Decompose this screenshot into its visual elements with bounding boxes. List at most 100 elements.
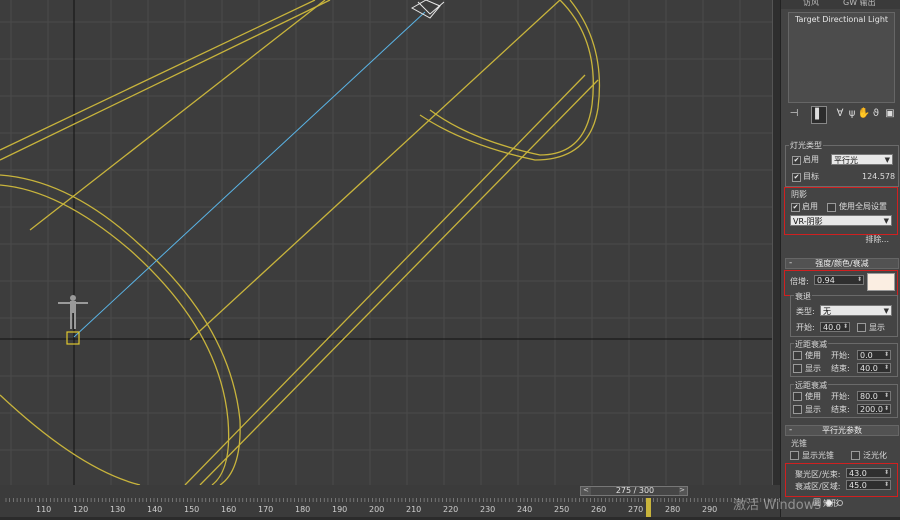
command-panel: 访风 GW 输出 Target Directional Light ⊣ ▌ ∀ … — [780, 0, 900, 517]
spinner-arrows-icon: ⬍ — [883, 405, 889, 412]
shadow-on-label: 启用 — [802, 202, 818, 211]
prev-frame-icon[interactable]: < — [583, 486, 589, 494]
ruler-label: 170 — [258, 505, 274, 514]
light-color-swatch[interactable] — [867, 273, 895, 291]
light-type-title: 灯光类型 — [789, 140, 823, 151]
overshoot-label: 泛光化 — [863, 451, 887, 460]
overshoot-checkbox[interactable] — [851, 451, 860, 460]
ruler-label: 230 — [480, 505, 496, 514]
shadows-title: 阴影 — [791, 190, 807, 199]
near-use-label: 使用 — [805, 351, 821, 360]
far-start-label: 开始: — [831, 392, 850, 401]
viewport-grid — [0, 0, 780, 485]
ruler-label: 270 — [628, 505, 644, 514]
far-start-spinner[interactable]: 80.0 ⬍ — [857, 391, 891, 401]
spinner-arrows-icon: ⬍ — [883, 469, 889, 476]
near-show-checkbox[interactable] — [793, 364, 802, 373]
spinner-arrows-icon: ⬍ — [856, 276, 862, 283]
shadow-type-value: VR-阴影 — [793, 217, 823, 226]
far-end-value: 200.0 — [860, 405, 883, 414]
ruler-label: 280 — [665, 505, 681, 514]
near-end-value: 40.0 — [860, 364, 878, 373]
decay-start-spinner[interactable]: 40.0 ⬍ — [820, 322, 850, 332]
frame-ruler[interactable]: 110 120 130 140 150 160 170 180 190 200 210 220 230 2… — [0, 498, 780, 517]
near-atten-title: 近距衰减 — [794, 339, 828, 350]
spinner-arrows-icon: ⬍ — [883, 351, 889, 358]
frame-display[interactable]: 275 / 300 — [591, 487, 679, 495]
chevron-down-icon: ▼ — [883, 217, 889, 225]
decay-start-value: 40.0 — [823, 323, 841, 332]
pin-stack-icon[interactable]: ⊣ — [787, 106, 801, 122]
ruler-label: 140 — [147, 505, 163, 514]
exclude-button[interactable]: 排除... — [851, 234, 889, 245]
use-global-checkbox[interactable] — [827, 203, 836, 212]
light-on-checkbox[interactable]: ✔ — [792, 156, 801, 165]
ruler-label: 110 — [36, 505, 52, 514]
light-type-dropdown[interactable]: 平行光 ▼ — [831, 154, 893, 165]
far-show-checkbox[interactable] — [793, 405, 802, 414]
tab-1[interactable]: 访风 — [803, 0, 819, 8]
hotspot-value: 43.0 — [849, 469, 867, 478]
far-use-checkbox[interactable] — [793, 392, 802, 401]
viewport-border — [772, 0, 780, 485]
chevron-down-icon: ▼ — [884, 156, 890, 164]
light-type-group: 灯光类型 ✔ 启用 平行光 ▼ ✔ 目标 124.578 — [785, 140, 899, 187]
directional-rollout-header[interactable]: - 平行光参数 — [785, 425, 899, 436]
timeline[interactable]: < 275 / 300 > 110 120 130 140 150 160 170 180 19… — [0, 485, 780, 517]
show-cone-label: 显示光锥 — [802, 451, 834, 460]
chevron-down-icon: ▼ — [883, 307, 889, 315]
far-end-label: 结束: — [831, 405, 850, 414]
shadow-type-dropdown[interactable]: VR-阴影 ▼ — [790, 215, 892, 226]
use-global-label: 使用全局设置 — [839, 202, 887, 211]
spinner-arrows-icon: ⬍ — [883, 364, 889, 371]
time-slider[interactable]: < 275 / 300 > — [580, 486, 688, 496]
near-end-spinner[interactable]: 40.0 ⬍ — [857, 363, 891, 373]
decay-group: 衰退 类型: 无 ▼ 开始: 40.0 ⬍ 显示 — [790, 291, 898, 337]
ruler-label: 200 — [369, 505, 385, 514]
decay-show-checkbox[interactable] — [857, 323, 866, 332]
ruler-label: 180 — [295, 505, 311, 514]
ruler-label: 290 — [702, 505, 718, 514]
hotspot-label: 聚光区/光束: — [795, 470, 841, 479]
current-frame-marker[interactable] — [646, 498, 651, 517]
far-atten-group: 远距衰减 使用 开始: 80.0 ⬍ 显示 结束: 200.0 ⬍ — [790, 380, 898, 418]
near-use-checkbox[interactable] — [793, 351, 802, 360]
directional-light-icon — [410, 0, 445, 19]
modifier-stack-toolbar: ⊣ ▌ ∀ ψ ✋ ϑ ▣ — [787, 106, 897, 124]
show-end-result-icon[interactable]: ▌ — [811, 106, 827, 124]
perspective-viewport[interactable] — [0, 0, 780, 485]
light-type-value: 平行光 — [834, 156, 858, 165]
ruler-label: 240 — [517, 505, 533, 514]
character-figure — [58, 295, 88, 329]
near-start-spinner[interactable]: 0.0 ⬍ — [857, 350, 891, 360]
spinner-arrows-icon: ⬍ — [883, 481, 889, 488]
object-name[interactable]: Target Directional Light — [789, 15, 894, 24]
intensity-rollout-title: 强度/颜色/衰减 — [815, 259, 869, 268]
decay-type-value: 无 — [823, 307, 831, 316]
hotspot-spinner[interactable]: 43.0 ⬍ — [846, 468, 891, 478]
target-line — [73, 11, 426, 338]
multiplier-spinner[interactable]: 0.94 ⬍ — [814, 275, 864, 285]
activation-watermark: 激活 Windows — [733, 498, 822, 513]
viewport-canvas[interactable] — [0, 0, 780, 485]
target-checkbox[interactable]: ✔ — [792, 173, 801, 182]
tab-2[interactable]: GW 输出 — [843, 0, 876, 8]
next-frame-icon[interactable]: > — [679, 486, 685, 494]
ruler-label: 250 — [554, 505, 570, 514]
falloff-spinner[interactable]: 45.0 ⬍ — [846, 480, 891, 490]
configure-icon[interactable]: ▣ — [883, 106, 897, 122]
far-end-spinner[interactable]: 200.0 ⬍ — [857, 404, 891, 414]
ruler-label: 190 — [332, 505, 348, 514]
hand-icon[interactable]: ϑ — [869, 106, 883, 122]
falloff-label: 衰减区/区域: — [795, 482, 841, 491]
spinner-arrows-icon: ⬍ — [883, 392, 889, 399]
shadow-on-checkbox[interactable]: ✔ — [791, 203, 800, 212]
ruler-label: 220 — [443, 505, 459, 514]
ruler-label: 130 — [110, 505, 126, 514]
cone-group-title: 光锥 — [791, 439, 807, 448]
show-cone-checkbox[interactable] — [790, 451, 799, 460]
decay-type-dropdown[interactable]: 无 ▼ — [820, 305, 892, 316]
object-name-list[interactable]: Target Directional Light — [788, 12, 895, 103]
decay-type-label: 类型: — [796, 307, 815, 316]
intensity-rollout-header[interactable]: - 强度/颜色/衰减 — [785, 258, 899, 269]
